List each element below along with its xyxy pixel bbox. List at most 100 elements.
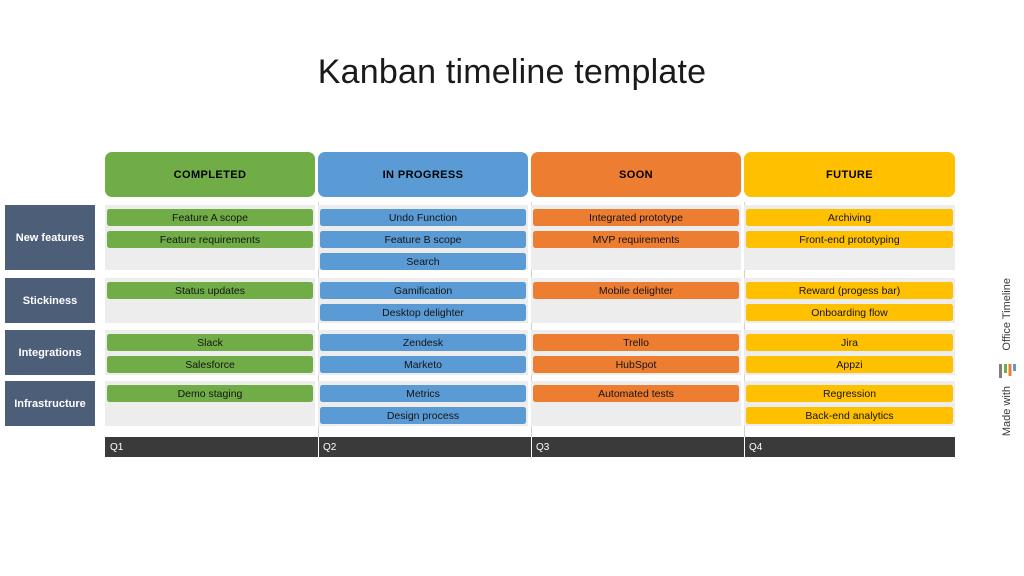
lane-column-separator <box>741 278 744 323</box>
task-bar[interactable]: Metrics <box>320 385 526 402</box>
task-bar[interactable]: Slack <box>107 334 313 351</box>
task-bar[interactable]: Search <box>320 253 526 270</box>
lane-column-separator <box>315 330 318 375</box>
task-bar[interactable]: Desktop delighter <box>320 304 526 321</box>
swimlane-label-integrations[interactable]: Integrations <box>5 330 95 375</box>
task-bar[interactable]: Gamification <box>320 282 526 299</box>
task-bar-label: Jira <box>841 336 858 349</box>
lane-column-separator <box>528 278 531 323</box>
quarter-axis: Q1 Q2 Q3 Q4 <box>105 437 955 457</box>
axis-quarter-q3: Q3 <box>531 437 744 457</box>
task-bar-label: HubSpot <box>615 358 657 371</box>
task-bar[interactable]: Jira <box>746 334 953 351</box>
swimlane-label-stickiness[interactable]: Stickiness <box>5 278 95 323</box>
task-bar[interactable]: Design process <box>320 407 526 424</box>
task-bar[interactable]: Marketo <box>320 356 526 373</box>
lane-column-separator <box>315 381 318 426</box>
axis-quarter-q1: Q1 <box>105 437 318 457</box>
axis-tick <box>318 437 319 457</box>
axis-quarter-q4: Q4 <box>744 437 955 457</box>
task-bar[interactable]: Undo Function <box>320 209 526 226</box>
task-bar[interactable]: HubSpot <box>533 356 739 373</box>
column-header-in-progress[interactable]: IN PROGRESS <box>318 152 528 197</box>
watermark-made-with-label: Made with <box>1001 385 1013 436</box>
task-bar-label: Zendesk <box>402 336 444 349</box>
column-header-future[interactable]: FUTURE <box>744 152 955 197</box>
swimlane-label-text: Infrastructure <box>14 397 86 410</box>
office-timeline-logo-icon <box>997 358 1017 379</box>
task-bar[interactable]: Demo staging <box>107 385 313 402</box>
task-bar-label: Front-end prototyping <box>799 233 900 246</box>
task-bar-label: Feature requirements <box>159 233 261 246</box>
task-bar-label: Marketo <box>404 358 442 371</box>
swimlane-label-text: New features <box>15 231 85 244</box>
swimlane-label-infrastructure[interactable]: Infrastructure <box>5 381 95 426</box>
task-bar-label: Design process <box>386 409 460 422</box>
lane-column-separator <box>528 381 531 426</box>
task-bar[interactable]: Zendesk <box>320 334 526 351</box>
axis-quarter-label: Q2 <box>323 441 337 453</box>
task-bar-label: Metrics <box>406 387 440 400</box>
task-bar[interactable]: Reward (progess bar) <box>746 282 953 299</box>
task-bar-label: Automated tests <box>598 387 674 400</box>
task-bar[interactable]: Feature B scope <box>320 231 526 248</box>
task-bar[interactable]: Mobile delighter <box>533 282 739 299</box>
lane-column-separator <box>528 205 531 270</box>
lane-column-separator <box>315 205 318 270</box>
task-bar-label: Desktop delighter <box>382 306 464 319</box>
task-bar[interactable]: Integrated prototype <box>533 209 739 226</box>
task-bar[interactable]: Back-end analytics <box>746 407 953 424</box>
task-bar-label: Archiving <box>827 211 872 224</box>
task-bar-label: Demo staging <box>177 387 243 400</box>
axis-quarter-label: Q3 <box>536 441 550 453</box>
task-bar-label: Appzi <box>836 358 863 371</box>
watermark-product-label: Office Timeline <box>1001 278 1013 351</box>
task-bar[interactable]: Regression <box>746 385 953 402</box>
lane-column-separator <box>741 330 744 375</box>
task-bar[interactable]: Automated tests <box>533 385 739 402</box>
swimlane-label-text: Stickiness <box>22 294 78 307</box>
axis-tick <box>744 437 745 457</box>
task-bar-label: Onboarding flow <box>811 306 888 319</box>
swimlane-label-new-features[interactable]: New features <box>5 205 95 270</box>
task-bar-label: Regression <box>822 387 877 400</box>
column-header-label: IN PROGRESS <box>382 168 464 181</box>
lane-column-separator <box>741 205 744 270</box>
task-bar-label: Salesforce <box>185 358 235 371</box>
office-timeline-watermark: Office Timeline Made with <box>992 252 1022 462</box>
task-bar[interactable]: MVP requirements <box>533 231 739 248</box>
column-header-label: COMPLETED <box>173 168 247 181</box>
task-bar-label: Reward (progess bar) <box>798 284 901 297</box>
task-bar-label: Back-end analytics <box>805 409 894 422</box>
page-title: Kanban timeline template <box>317 53 707 91</box>
swimlane-label-text: Integrations <box>18 346 82 359</box>
task-bar-label: Slack <box>197 336 223 349</box>
task-bar-label: Gamification <box>393 284 453 297</box>
task-bar-label: MVP requirements <box>592 233 680 246</box>
task-bar[interactable]: Feature requirements <box>107 231 313 248</box>
task-bar[interactable]: Onboarding flow <box>746 304 953 321</box>
axis-quarter-q2: Q2 <box>318 437 531 457</box>
axis-quarter-label: Q4 <box>749 441 763 453</box>
column-header-label: SOON <box>619 168 653 181</box>
column-header-soon[interactable]: SOON <box>531 152 741 197</box>
task-bar[interactable]: Status updates <box>107 282 313 299</box>
task-bar[interactable]: Archiving <box>746 209 953 226</box>
column-header-completed[interactable]: COMPLETED <box>105 152 315 197</box>
task-bar[interactable]: Trello <box>533 334 739 351</box>
task-bar-label: Search <box>406 255 440 268</box>
task-bar-label: Feature B scope <box>384 233 462 246</box>
task-bar[interactable]: Feature A scope <box>107 209 313 226</box>
axis-tick <box>531 437 532 457</box>
task-bar[interactable]: Appzi <box>746 356 953 373</box>
task-bar-label: Undo Function <box>388 211 458 224</box>
lane-column-separator <box>741 381 744 426</box>
task-bar-label: Integrated prototype <box>589 211 683 224</box>
task-bar-label: Status updates <box>174 284 246 297</box>
task-bar[interactable]: Salesforce <box>107 356 313 373</box>
lane-column-separator <box>315 278 318 323</box>
task-bar[interactable]: Front-end prototyping <box>746 231 953 248</box>
column-header-label: FUTURE <box>825 168 873 181</box>
task-bar-label: Mobile delighter <box>598 284 674 297</box>
task-bar-label: Trello <box>623 336 649 349</box>
